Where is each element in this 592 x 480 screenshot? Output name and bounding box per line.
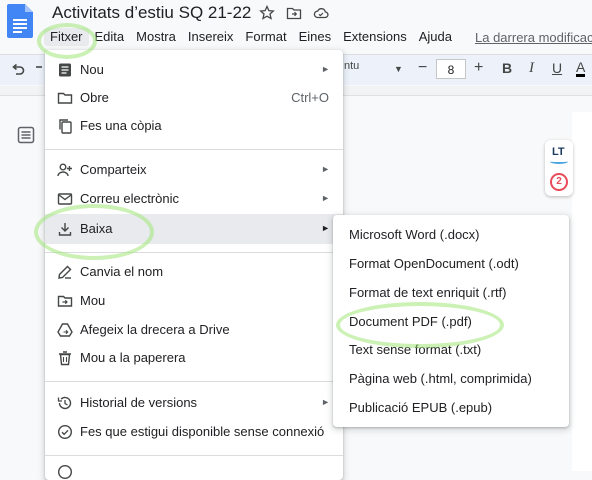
trash-icon — [59, 351, 71, 366]
submenu-item-label: Format de text enriquit (.rtf) — [349, 285, 507, 300]
rename-icon — [58, 265, 72, 279]
menu-extensions[interactable]: Extensions — [337, 28, 413, 46]
menu-item-open[interactable]: Obre Ctrl+O — [45, 84, 343, 112]
menu-file[interactable]: Fitxer — [44, 28, 89, 46]
menu-item-download[interactable]: Baixa ► — [45, 214, 343, 244]
menu-divider — [45, 149, 343, 150]
menu-item-make-copy[interactable]: Fes una còpia — [45, 112, 343, 140]
font-size-input[interactable]: 8 — [436, 59, 466, 79]
languagetool-underline-icon — [550, 159, 568, 164]
languagetool-error-count-badge[interactable]: 2 — [550, 173, 568, 191]
menu-format[interactable]: Format — [239, 28, 292, 46]
menu-divider — [45, 252, 343, 253]
move-folder-icon — [57, 295, 73, 307]
submenu-item-label: Format OpenDocument (.odt) — [349, 256, 519, 271]
cloud-status-icon[interactable] — [313, 5, 329, 21]
submenu-arrow-icon: ► — [321, 64, 330, 74]
menu-divider — [45, 455, 343, 456]
drive-shortcut-icon — [57, 323, 73, 337]
menu-tools[interactable]: Eines — [293, 28, 338, 46]
menu-item-version-history[interactable]: Historial de versions ► — [45, 389, 343, 417]
menu-item-label: Nou — [80, 62, 104, 77]
increase-font-size-button[interactable]: + — [474, 59, 483, 77]
menu-item-label: Afegeix la drecera a Drive — [80, 322, 230, 337]
history-icon — [57, 396, 72, 410]
font-name-dropdown[interactable]: ntu — [344, 60, 359, 72]
menu-item-rename[interactable]: Canvia el nom — [45, 258, 343, 286]
download-docx[interactable]: Microsoft Word (.docx) — [333, 221, 569, 249]
menu-item-email[interactable]: Correu electrònic ► — [45, 185, 343, 213]
details-icon — [57, 464, 73, 480]
redo-icon[interactable] — [34, 62, 44, 78]
submenu-item-label: Microsoft Word (.docx) — [349, 227, 480, 242]
submenu-arrow-icon: ► — [321, 164, 330, 174]
menu-item-label: Fes que estigui disponible sense connexi… — [80, 424, 325, 439]
share-person-icon — [57, 163, 72, 177]
google-docs-logo-icon[interactable] — [7, 4, 33, 38]
menu-item-add-shortcut-drive[interactable]: Afegeix la drecera a Drive — [45, 316, 343, 344]
menu-item-move-to-trash[interactable]: Mou a la paperera — [45, 344, 343, 372]
submenu-arrow-icon: ► — [321, 223, 330, 233]
menu-item-label: Obre — [80, 90, 109, 105]
decrease-font-size-button[interactable]: − — [418, 59, 427, 77]
submenu-arrow-icon: ► — [321, 193, 330, 203]
folder-icon — [57, 92, 73, 104]
languagetool-logo: LT — [552, 146, 565, 158]
menu-item-make-available-offline[interactable]: Fes que estigui disponible sense connexi… — [45, 418, 343, 446]
menu-item-label: Comparteix — [80, 162, 147, 177]
document-page[interactable] — [572, 112, 592, 471]
download-html[interactable]: Pàgina web (.html, comprimida) — [333, 365, 569, 393]
menu-item-label: Baixa — [80, 221, 113, 236]
submenu-item-label: Publicació EPUB (.epub) — [349, 400, 493, 415]
menu-item-label: Mou a la paperera — [80, 350, 186, 365]
menu-divider — [45, 381, 343, 382]
offline-icon — [57, 424, 73, 440]
menu-help[interactable]: Ajuda — [413, 28, 458, 46]
file-menu: Nou ► Obre Ctrl+O Fes una còpia Comparte… — [45, 50, 343, 480]
download-pdf[interactable]: Document PDF (.pdf) — [333, 308, 569, 336]
download-epub[interactable]: Publicació EPUB (.epub) — [333, 394, 569, 422]
italic-button[interactable]: I — [529, 60, 534, 77]
download-txt[interactable]: Text sense format (.txt) — [333, 336, 569, 364]
email-icon — [57, 193, 73, 205]
menu-item-move[interactable]: Mou — [45, 287, 343, 315]
menu-view[interactable]: Mostra — [130, 28, 182, 46]
underline-button[interactable]: U — [552, 60, 562, 76]
new-doc-icon — [59, 63, 71, 77]
menu-item-new[interactable]: Nou ► — [45, 56, 343, 84]
menu-item-label: Correu electrònic — [80, 191, 179, 206]
menu-item-label: Fes una còpia — [80, 118, 162, 133]
menu-item-label: Canvia el nom — [80, 264, 164, 279]
undo-icon[interactable] — [10, 62, 26, 78]
menu-item-label: Historial de versions — [80, 395, 198, 410]
download-submenu: Microsoft Word (.docx) Format OpenDocume… — [333, 215, 569, 427]
star-icon[interactable] — [259, 5, 275, 21]
submenu-item-label: Text sense format (.txt) — [349, 342, 482, 357]
menu-item-label: Mou — [80, 293, 106, 308]
document-outline-icon[interactable] — [17, 126, 35, 144]
font-dropdown-arrow-icon[interactable]: ▼ — [394, 64, 403, 74]
text-color-button[interactable]: A — [576, 60, 586, 77]
document-title[interactable]: Activitats d’estiu SQ 21-22 — [52, 3, 251, 23]
menu-item-share[interactable]: Comparteix ► — [45, 156, 343, 184]
submenu-item-label: Pàgina web (.html, comprimida) — [349, 371, 532, 386]
download-odt[interactable]: Format OpenDocument (.odt) — [333, 250, 569, 278]
last-edit-link[interactable]: La darrera modificació — [475, 30, 592, 45]
bold-button[interactable]: B — [502, 60, 512, 76]
menu-bar: Fitxer Edita Mostra Insereix Format Eine… — [44, 28, 458, 46]
move-folder-icon[interactable] — [286, 5, 302, 21]
menu-edit[interactable]: Edita — [89, 28, 131, 46]
download-rtf[interactable]: Format de text enriquit (.rtf) — [333, 279, 569, 307]
submenu-item-label: Document PDF (.pdf) — [349, 314, 472, 329]
download-icon — [58, 223, 72, 236]
languagetool-panel[interactable]: LT 2 — [545, 140, 573, 196]
copy-icon — [59, 119, 72, 134]
menu-insert[interactable]: Insereix — [182, 28, 240, 46]
submenu-arrow-icon: ► — [321, 397, 330, 407]
shortcut-label: Ctrl+O — [291, 90, 329, 105]
